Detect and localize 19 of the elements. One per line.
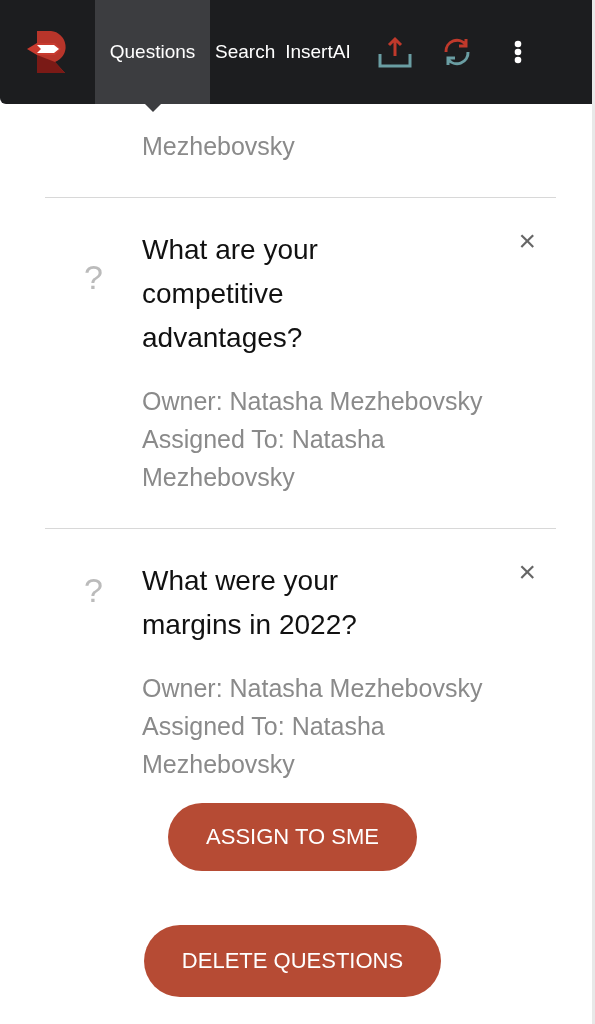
assign-button[interactable]: ASSIGN TO SME [168, 803, 417, 871]
delete-button[interactable]: DELETE QUESTIONS [143, 925, 442, 997]
tab-pointer [145, 104, 161, 112]
close-button[interactable]: × [518, 557, 536, 587]
question-title[interactable]: What were your margins in 2022? [142, 559, 392, 647]
nav-tab[interactable]: Search [210, 0, 281, 104]
question-icon: ? [45, 258, 142, 297]
question-icon: ? [45, 571, 142, 610]
nav-tab[interactable]: InsertAI [280, 0, 356, 104]
assignee-text: Mezhebovsky [142, 131, 296, 162]
owner-text: Owner: Natasha Mezhebovsky [142, 386, 484, 417]
more-icon[interactable] [513, 40, 522, 64]
close-button[interactable]: × [518, 226, 536, 256]
nav-tab[interactable]: Questions [95, 0, 210, 104]
assignee-text: Assigned To: Natasha Mezhebovsky [142, 424, 386, 493]
assignee-text: Assigned To: Natasha Mezhebovsky [142, 711, 386, 780]
question-title[interactable]: What are your competitive advantages? [142, 228, 392, 360]
upload-icon[interactable] [377, 36, 412, 68]
owner-text: Owner: Natasha Mezhebovsky [142, 673, 484, 704]
